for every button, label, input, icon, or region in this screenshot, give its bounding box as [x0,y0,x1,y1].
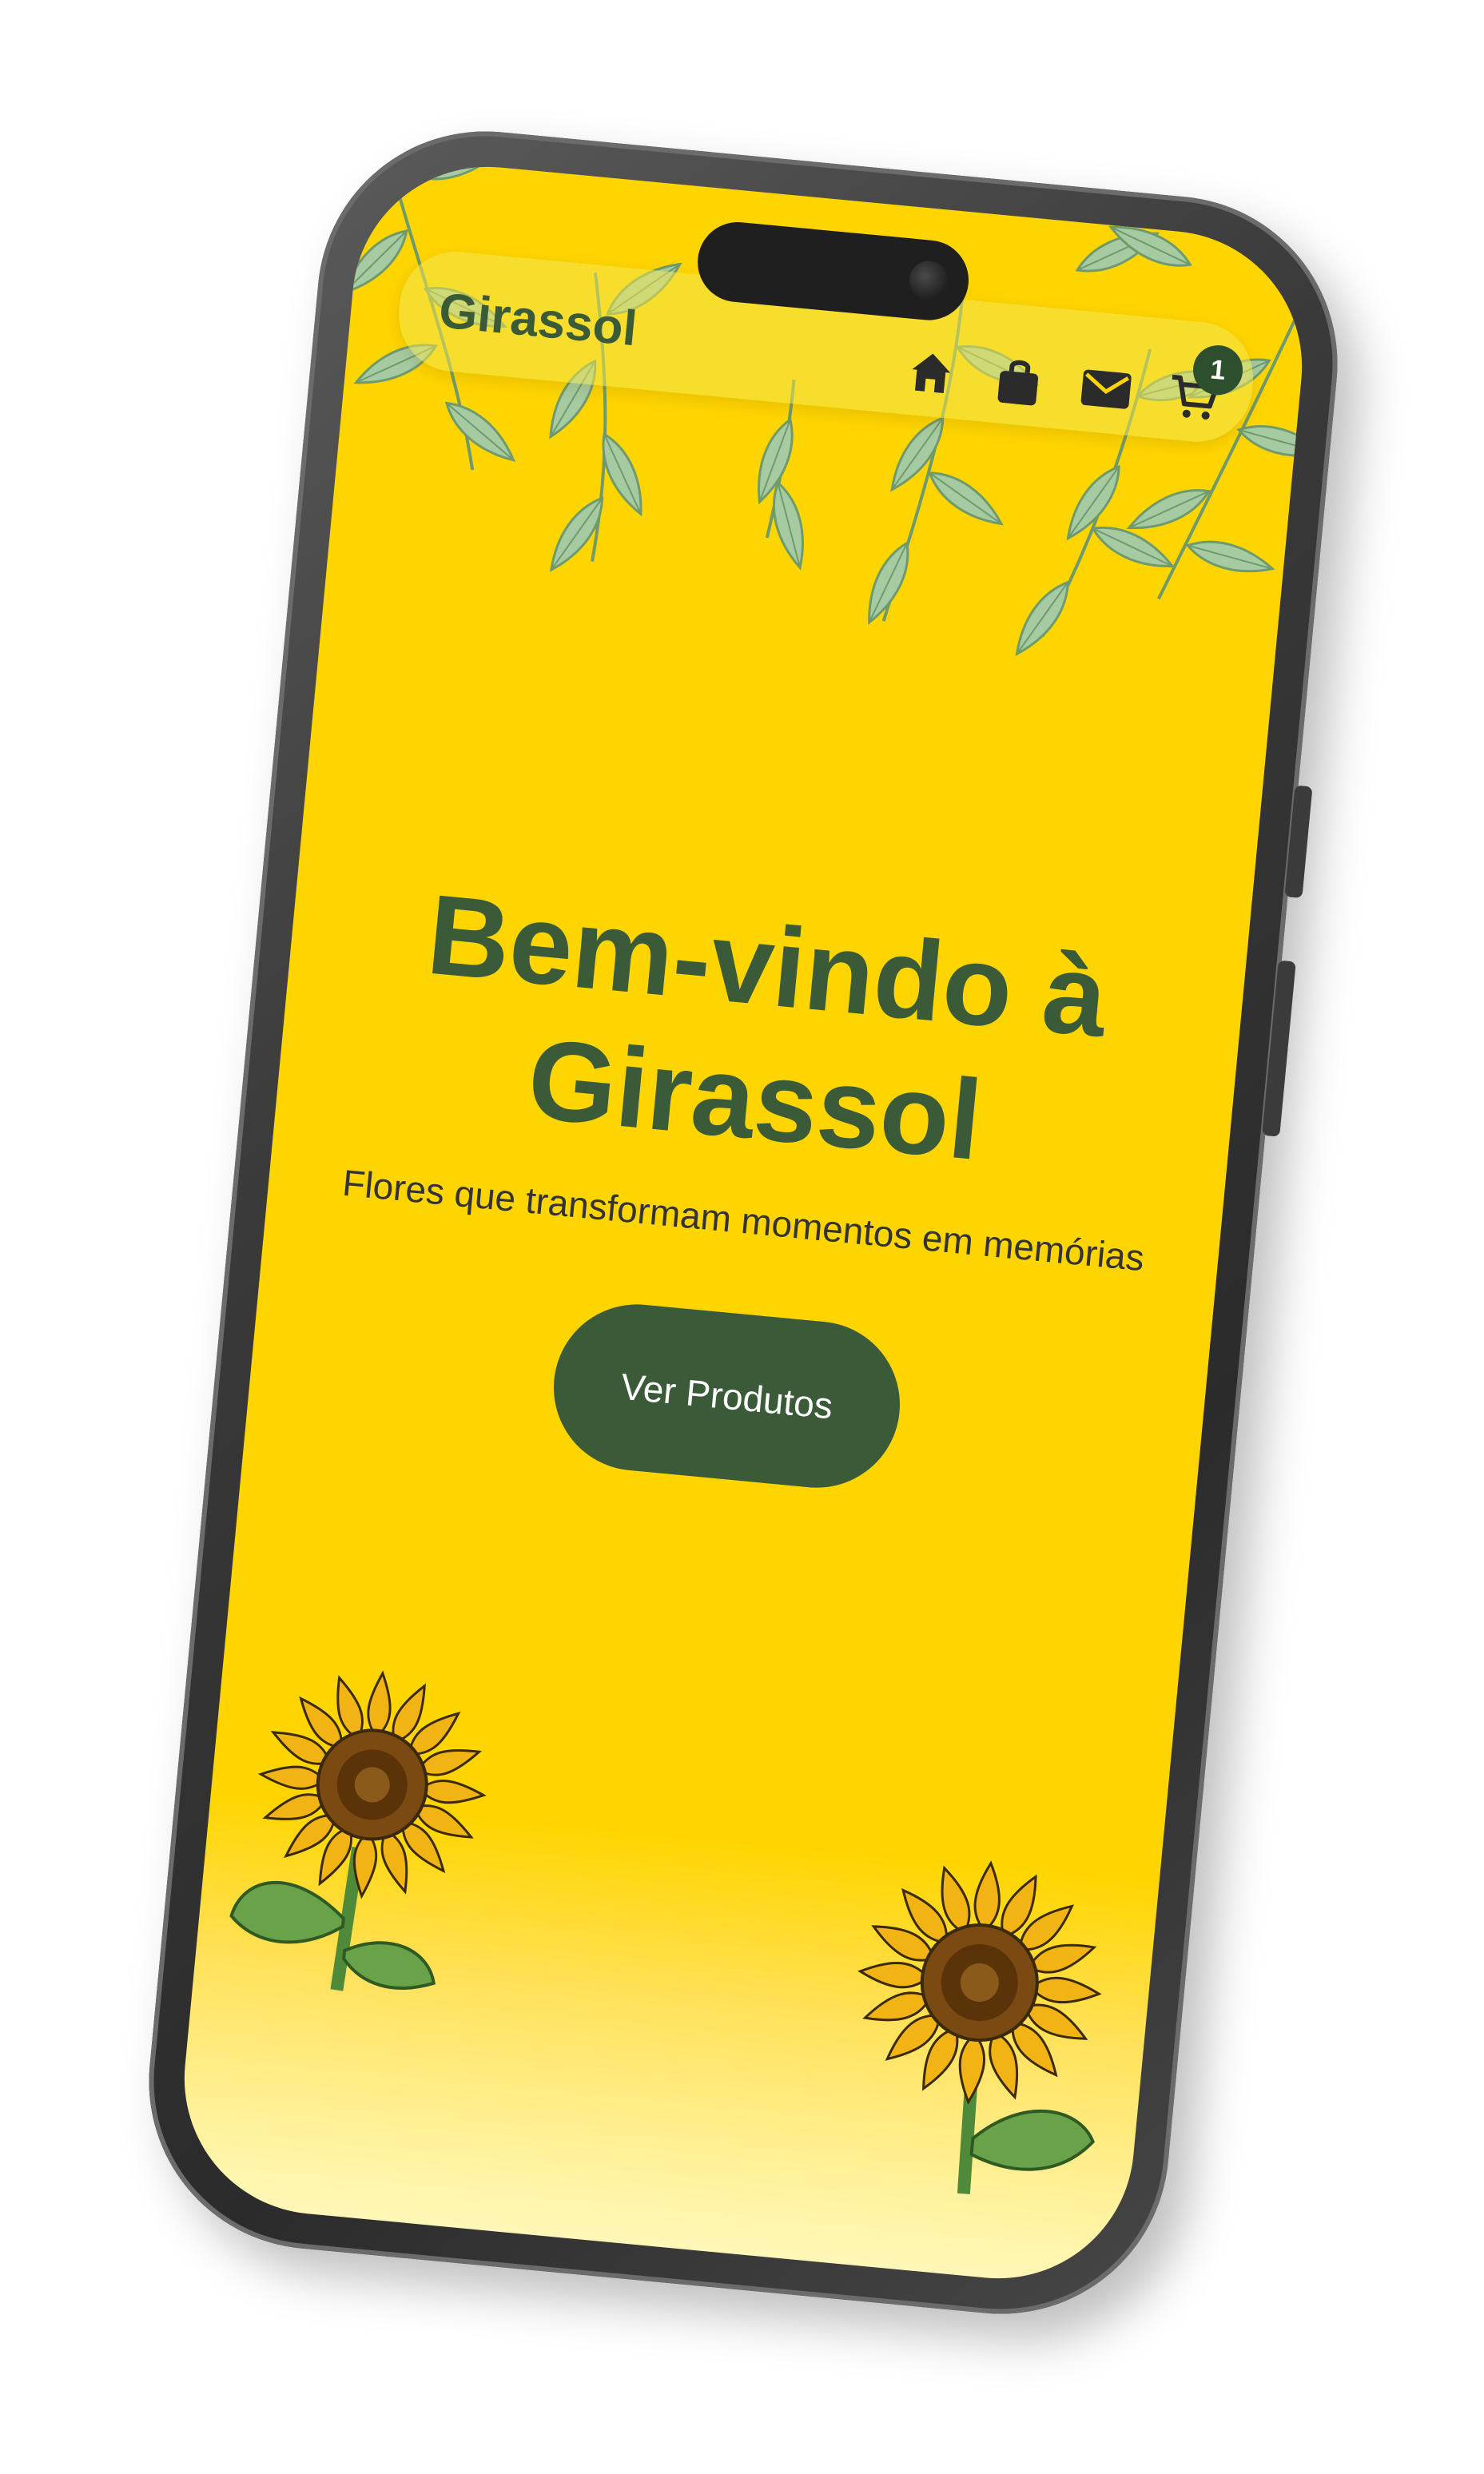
mail-icon[interactable] [1078,361,1134,417]
hero-title: Bem-vindo à Girassol [422,870,1113,1185]
shopping-bag-icon[interactable] [991,353,1047,409]
brand-logo[interactable]: Girassol [436,282,640,357]
camera-icon [907,259,950,301]
nav-icons: 1 [903,343,1245,426]
phone-mockup: Girassol 1 Bem-vindo à Girassol Flores q… [133,116,1353,2329]
sunflower-left-illustration [229,1670,487,1991]
phone-screen: Girassol 1 Bem-vindo à Girassol Flores q… [172,154,1315,2291]
view-products-button[interactable]: Ver Produtos [546,1297,908,1495]
cart-icon[interactable]: 1 [1166,343,1245,426]
home-icon[interactable] [903,345,959,401]
sunflower-right-illustration [857,1860,1102,2194]
hero-section: Bem-vindo à Girassol Flores que transfor… [245,855,1247,1524]
stage: Girassol 1 Bem-vindo à Girassol Flores q… [0,0,1484,2474]
